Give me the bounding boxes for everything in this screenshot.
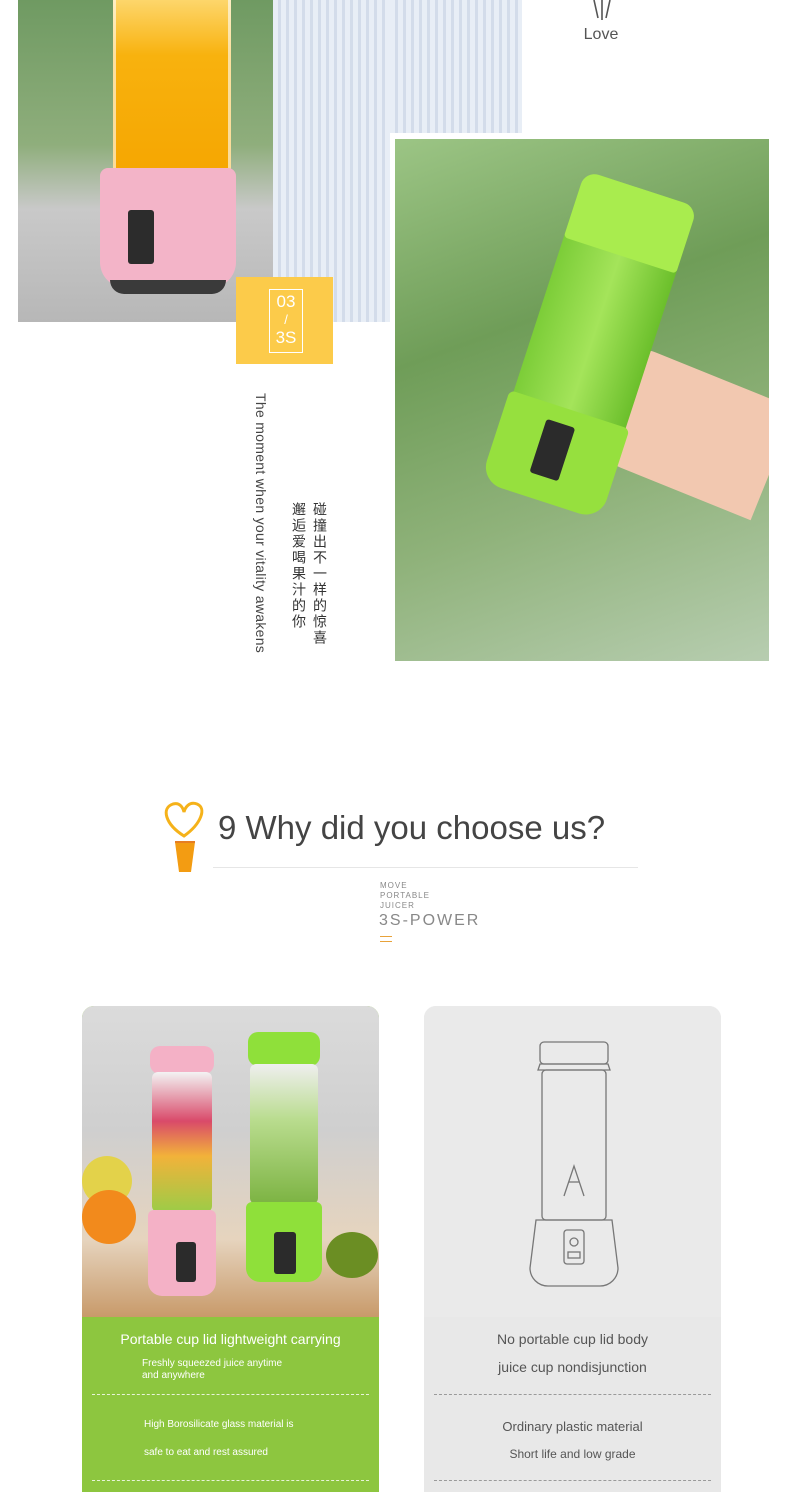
ours-divider1 bbox=[92, 1394, 369, 1395]
green-cup-panel bbox=[274, 1232, 296, 1274]
brand-name: 3S-POWER bbox=[379, 912, 481, 929]
striped-curtain bbox=[273, 0, 390, 322]
product-outline-others bbox=[424, 1006, 721, 1317]
pink-cup-panel bbox=[176, 1242, 196, 1282]
badge-code: 3S bbox=[275, 328, 297, 347]
green-cup-lid bbox=[248, 1032, 320, 1066]
pink-cup-fruit-jar bbox=[152, 1072, 212, 1212]
others-point2: Short life and low grade bbox=[509, 1447, 636, 1461]
brand-tag-line2: PORTABLE bbox=[380, 891, 430, 900]
kiwi-fruit bbox=[326, 1232, 378, 1278]
others-title-line2: juice cup nondisjunction bbox=[498, 1359, 647, 1375]
ours-point2-line1: High Borosilicate glass material is bbox=[144, 1419, 294, 1430]
brand-accent-mark bbox=[380, 936, 392, 942]
badge-frame: 03 / 3S bbox=[269, 289, 303, 353]
others-title-line1: No portable cup lid body bbox=[497, 1331, 648, 1347]
green-cup-fruit-jar bbox=[250, 1064, 318, 1204]
others-point1: Ordinary plastic material bbox=[502, 1419, 643, 1434]
pink-cup-lid bbox=[150, 1046, 214, 1074]
others-divider1 bbox=[434, 1394, 711, 1395]
tagline-chinese-line2: 邂逅爱喝果汁的你 bbox=[290, 502, 306, 630]
product-photo-ours bbox=[82, 1006, 379, 1317]
juice-heart-icon bbox=[164, 801, 204, 872]
pink-juicer-photo bbox=[18, 0, 390, 322]
pink-juicer-base bbox=[100, 168, 236, 288]
orange-juice-cup bbox=[113, 0, 231, 188]
comparison-card-ours: Portable cup lid lightweight carrying Fr… bbox=[82, 1006, 379, 1492]
badge-slash: / bbox=[284, 312, 288, 327]
others-divider2 bbox=[434, 1480, 711, 1481]
comparison-card-others: No portable cup lid body juice cup nondi… bbox=[424, 1006, 721, 1492]
section-heading: 9 Why did you choose us? bbox=[218, 809, 606, 846]
ours-point1-line1: Freshly squeezed juice anytime bbox=[142, 1358, 283, 1369]
tagline-english: The moment when your vitality awakens bbox=[253, 393, 269, 654]
pink-juicer-control-panel bbox=[128, 210, 154, 264]
tagline-chinese-line1: 碰撞出不一样的惊喜 bbox=[311, 502, 327, 646]
orange-fruit bbox=[82, 1190, 136, 1244]
badge-number: 03 bbox=[276, 292, 296, 311]
love-label: Love bbox=[583, 26, 619, 43]
green-juicer-lid bbox=[563, 170, 698, 274]
ours-title: Portable cup lid lightweight carrying bbox=[120, 1331, 341, 1347]
striped-curtain-top bbox=[390, 0, 522, 133]
ours-point2-line2: safe to eat and rest assured bbox=[144, 1447, 268, 1458]
pink-juicer-foot bbox=[110, 280, 226, 294]
ours-divider2 bbox=[92, 1480, 369, 1481]
brand-tag-line1: MOVE bbox=[380, 881, 408, 890]
section-number-badge: 03 / 3S bbox=[236, 277, 333, 364]
brand-tag-line3: JUICER bbox=[380, 901, 415, 910]
generic-blender-outline-icon bbox=[529, 1041, 619, 1287]
love-splash-icon bbox=[593, 0, 611, 20]
heading-underline bbox=[213, 867, 638, 868]
green-juicer-photo bbox=[395, 139, 769, 661]
ours-point1-line2: and anywhere bbox=[142, 1370, 205, 1381]
